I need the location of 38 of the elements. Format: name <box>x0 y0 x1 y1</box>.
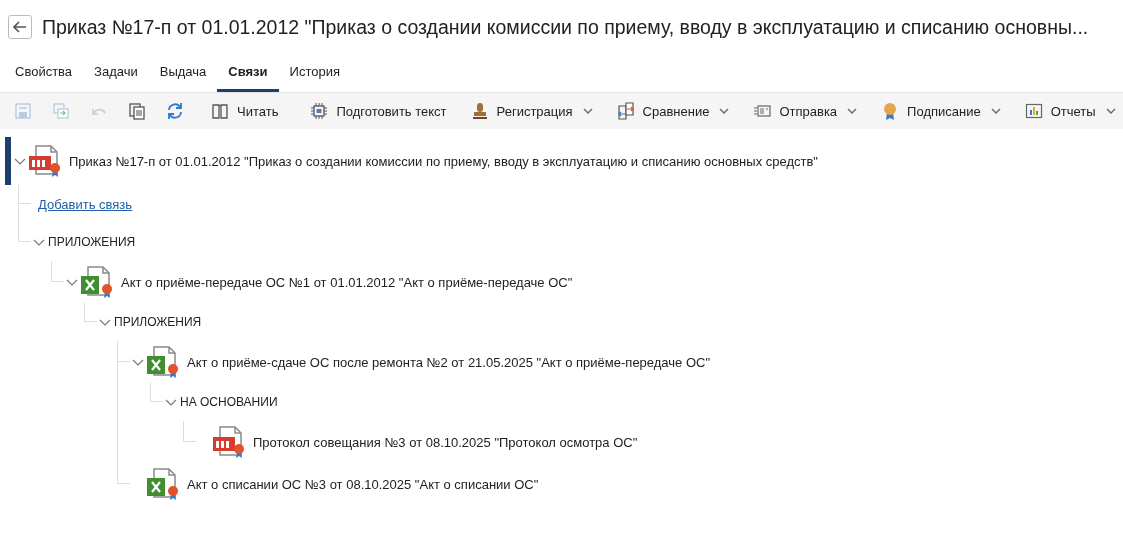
group-label: ПРИЛОЖЕНИЯ <box>48 235 136 249</box>
toolbar-button[interactable]: Читать <box>202 96 288 126</box>
tree-connector <box>183 421 196 442</box>
toolbar-button[interactable]: Регистрация <box>461 96 602 126</box>
toolbar-button[interactable]: Подписание <box>872 96 1010 126</box>
copy-icon <box>128 102 146 120</box>
tree-connector <box>51 261 64 282</box>
tab[interactable]: Задачи <box>83 54 149 92</box>
arrow-left-icon <box>13 21 27 33</box>
bar-chart-icon <box>1024 102 1043 120</box>
tab[interactable]: Выдача <box>148 54 218 92</box>
toolbar-button[interactable]: Сравнение <box>607 96 739 126</box>
copy-files-icon <box>52 102 70 120</box>
envelope-icon <box>753 102 772 120</box>
toolbar-button[interactable]: Отчеты <box>1015 96 1123 126</box>
compare-icon <box>616 102 635 120</box>
back-button[interactable] <box>8 15 32 39</box>
book-icon <box>211 102 229 120</box>
tab[interactable]: Свойства <box>4 54 84 92</box>
document-link[interactable]: Приказ №17-п от 01.01.2012 "Приказ о создании комиссии по приему, вводу в эксплуатацию и списанию основных средств" <box>69 153 818 169</box>
chip-icon <box>310 102 329 120</box>
undo-icon <box>92 107 106 115</box>
document-link[interactable]: Акт о приёме-сдаче ОС после ремонта №2 от 21.05.2025 "Акт о приёме-передаче ОС" <box>187 354 711 370</box>
toolbar-button[interactable]: Подготовить текст <box>301 96 456 126</box>
link[interactable]: Добавить связь <box>38 196 133 212</box>
toolbar-button[interactable]: Отправка <box>744 96 867 126</box>
tree-connector <box>150 383 163 402</box>
document-link[interactable]: Протокол совещания №3 от 08.10.2025 "Протокол осмотра ОС" <box>253 434 638 450</box>
document-link[interactable]: Акт о списании ОС №3 от 08.10.2025 "Акт о списании ОС" <box>187 476 539 492</box>
group-label: НА ОСНОВАНИИ <box>180 395 278 409</box>
stamp-icon <box>470 102 489 120</box>
document-title: Приказ №17-п от 01.01.2012 "Приказ о создании комиссии по приему, вводу в эксплуатацию и списанию основны... <box>42 15 1089 39</box>
tab[interactable]: История <box>278 54 351 92</box>
refresh-icon <box>166 102 184 120</box>
tree-connector <box>84 303 97 322</box>
group-label: ПРИЛОЖЕНИЯ <box>114 315 202 329</box>
save-icon <box>14 102 32 120</box>
document-link[interactable]: Акт о приёме-передаче ОС №1 от 01.01.2012 "Акт о приёме-передаче ОС" <box>121 274 573 290</box>
